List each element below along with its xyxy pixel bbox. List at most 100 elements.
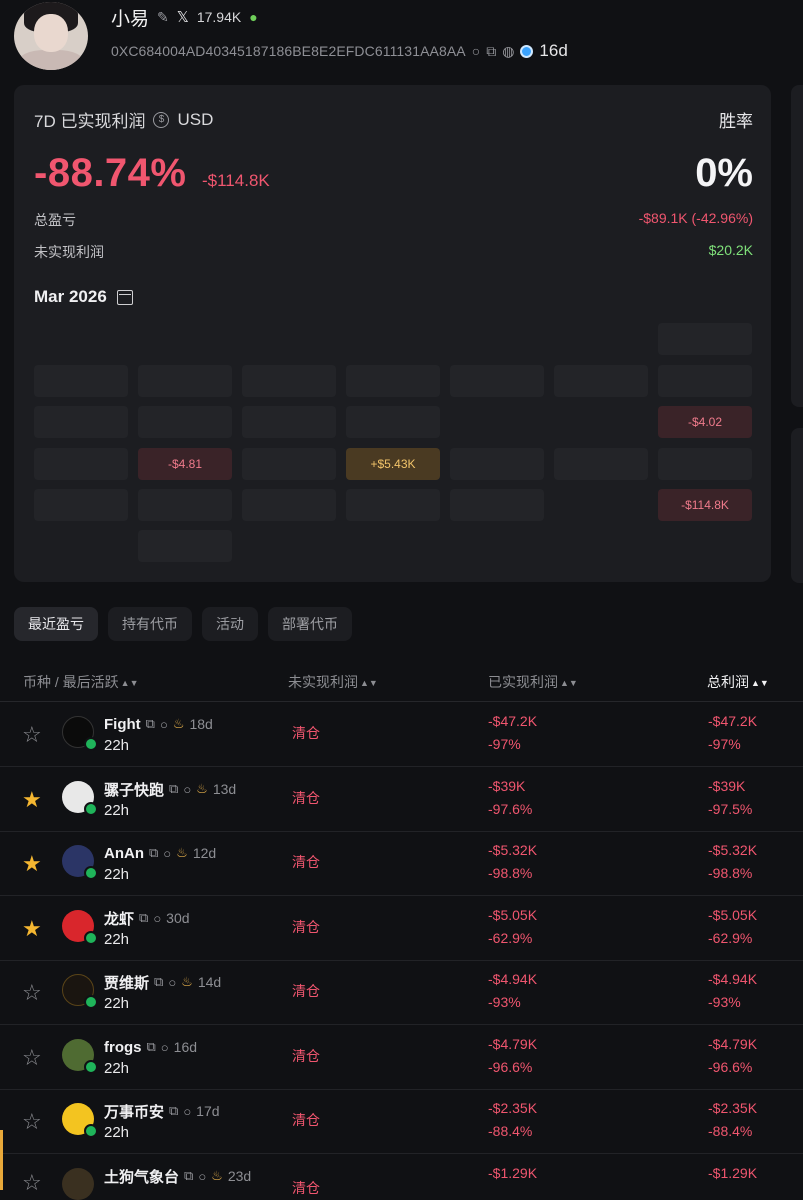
search-icon[interactable]: ○ [168,975,176,990]
calendar-cell[interactable] [450,448,544,480]
copy-icon[interactable]: ⧉ [169,1103,178,1119]
copy-icon[interactable]: ⧉ [146,716,155,732]
star-filled-icon[interactable]: ★ [22,853,44,875]
copy-icon[interactable]: ⧉ [149,845,158,861]
period-label[interactable]: 7D 已实现利润 [34,107,145,132]
currency-label[interactable]: USD [177,110,213,130]
token-name[interactable]: 万事币安 [104,1101,164,1122]
calendar-cell[interactable] [346,365,440,397]
col-total[interactable]: 总利润 ▲▼ [707,672,769,692]
calendar-cell[interactable] [450,489,544,521]
calendar-cell-gain[interactable]: +$5.43K [346,448,440,480]
search-icon[interactable]: ○ [183,1104,191,1119]
col-unrealized[interactable]: 未实现利润 ▲▼ [288,672,378,692]
token-avatar [62,910,98,945]
table-row[interactable]: ☆ 土狗气象台 ⧉ ○ ♨ 23d 清仓 -$1.29K -$1.29K [0,1154,803,1200]
calendar-icon[interactable] [116,289,133,305]
tab-recent-pnl[interactable]: 最近盈亏 [14,607,98,641]
wallet-age: 16d [539,41,568,60]
calendar-cell[interactable] [346,489,440,521]
copy-icon[interactable]: ⧉ [184,1168,193,1184]
copy-icon[interactable]: ⧉ [154,974,163,990]
token-name[interactable]: 骡子快跑 [104,779,164,800]
token-name[interactable]: 贾维斯 [104,972,149,993]
calendar-cell[interactable] [138,489,232,521]
col-realized[interactable]: 已实现利润 ▲▼ [488,672,578,692]
table-row[interactable]: ★ 龙虾 ⧉ ○ 30d 22h 清仓 -$5.05K -62.9% -$5.0… [0,896,803,961]
search-icon[interactable]: ○ [163,846,171,861]
last-active: 22h [104,1124,130,1141]
calendar-cell[interactable] [34,406,128,438]
search-icon[interactable]: ○ [472,43,480,59]
sort-icon: ▲▼ [360,678,378,688]
star-icon[interactable]: ☆ [22,724,44,746]
copy-icon[interactable]: ⧉ [169,781,178,797]
tab-holdings[interactable]: 持有代币 [108,607,192,641]
calendar-cell[interactable] [242,365,336,397]
token-name[interactable]: AnAn [104,845,144,862]
search-icon[interactable]: ○ [183,782,191,797]
token-age: 23d [227,1168,252,1184]
calendar-cell-loss[interactable]: -$4.02 [658,406,752,438]
search-icon[interactable]: ○ [153,911,161,926]
realized-value: -$1.29K [488,1165,538,1181]
col-token[interactable]: 币种 / 最后活跃 ▲▼ [23,672,139,692]
table-row[interactable]: ☆ 万事币安 ⧉ ○ 17d 22h 清仓 -$2.35K -88.4% -$2… [0,1089,803,1154]
calendar-cell[interactable] [138,530,232,562]
calendar-cell[interactable] [138,406,232,438]
verified-icon [84,931,98,945]
calendar-cell[interactable] [34,448,128,480]
star-filled-icon[interactable]: ★ [22,789,44,811]
token-name[interactable]: Fight [104,716,141,733]
tab-deployed-tokens[interactable]: 部署代币 [268,607,352,641]
total-percent: -97.5% [708,801,753,817]
calendar-cell[interactable] [658,448,752,480]
calendar-cell[interactable] [242,489,336,521]
star-icon[interactable]: ☆ [22,1111,44,1133]
explorer-icon[interactable]: ◍ [502,43,514,60]
star-icon[interactable]: ☆ [22,1047,44,1069]
calendar-cell[interactable] [34,365,128,397]
token-name[interactable]: frogs [104,1039,142,1056]
calendar-cell[interactable] [138,365,232,397]
token-name[interactable]: 龙虾 [104,908,134,929]
calendar-cell[interactable] [450,365,544,397]
total-percent: -62.9% [708,930,753,946]
calendar-cell[interactable] [346,406,440,438]
star-icon[interactable]: ☆ [22,982,44,1004]
star-filled-icon[interactable]: ★ [22,918,44,940]
table-row[interactable]: ☆ Fight ⧉ ○ ♨ 18d 22h 清仓 -$47.2K -97% -$… [0,702,803,767]
position-status: 清仓 [292,1048,320,1064]
table-row[interactable]: ★ AnAn ⧉ ○ ♨ 12d 22h 清仓 -$5.32K -98.8% -… [0,831,803,896]
verified-icon [84,737,98,751]
pot-icon: ♨ [196,781,208,796]
calendar-cell[interactable] [34,489,128,521]
edit-icon[interactable]: ✎ [157,9,169,26]
x-logo-icon[interactable]: 𝕏 [177,8,189,26]
search-icon[interactable]: ○ [161,1040,169,1055]
calendar-cell[interactable] [658,365,752,397]
table-row[interactable]: ☆ 贾维斯 ⧉ ○ ♨ 14d 22h 清仓 -$4.94K -93% -$4.… [0,960,803,1025]
star-icon[interactable]: ☆ [22,1172,44,1194]
calendar-cell-loss[interactable]: -$114.8K [658,489,752,521]
calendar-cell[interactable] [658,323,752,355]
avatar[interactable] [14,2,88,70]
copy-icon[interactable]: ⧉ [147,1039,156,1055]
calendar-cell[interactable] [554,448,648,480]
calendar-cell[interactable] [242,406,336,438]
calendar-cell-loss[interactable]: -$4.81 [138,448,232,480]
table-row[interactable]: ★ 骡子快跑 ⧉ ○ ♨ 13d 22h 清仓 -$39K -97.6% -$3… [0,767,803,832]
copy-icon[interactable]: ⧉ [139,910,148,926]
calendar-cell[interactable] [242,448,336,480]
tab-activity[interactable]: 活动 [202,607,258,641]
search-icon[interactable]: ○ [160,717,168,732]
copy-icon[interactable]: ⧉ [486,43,496,60]
token-name[interactable]: 土狗气象台 [104,1166,179,1187]
calendar-cell[interactable] [554,365,648,397]
last-active: 22h [104,802,130,819]
position-status: 清仓 [292,725,320,741]
token-age: 13d [212,781,237,797]
table-row[interactable]: ☆ frogs ⧉ ○ 16d 22h 清仓 -$4.79K -96.6% -$… [0,1025,803,1090]
realized-value: -$4.94K [488,971,538,987]
search-icon[interactable]: ○ [198,1169,206,1184]
